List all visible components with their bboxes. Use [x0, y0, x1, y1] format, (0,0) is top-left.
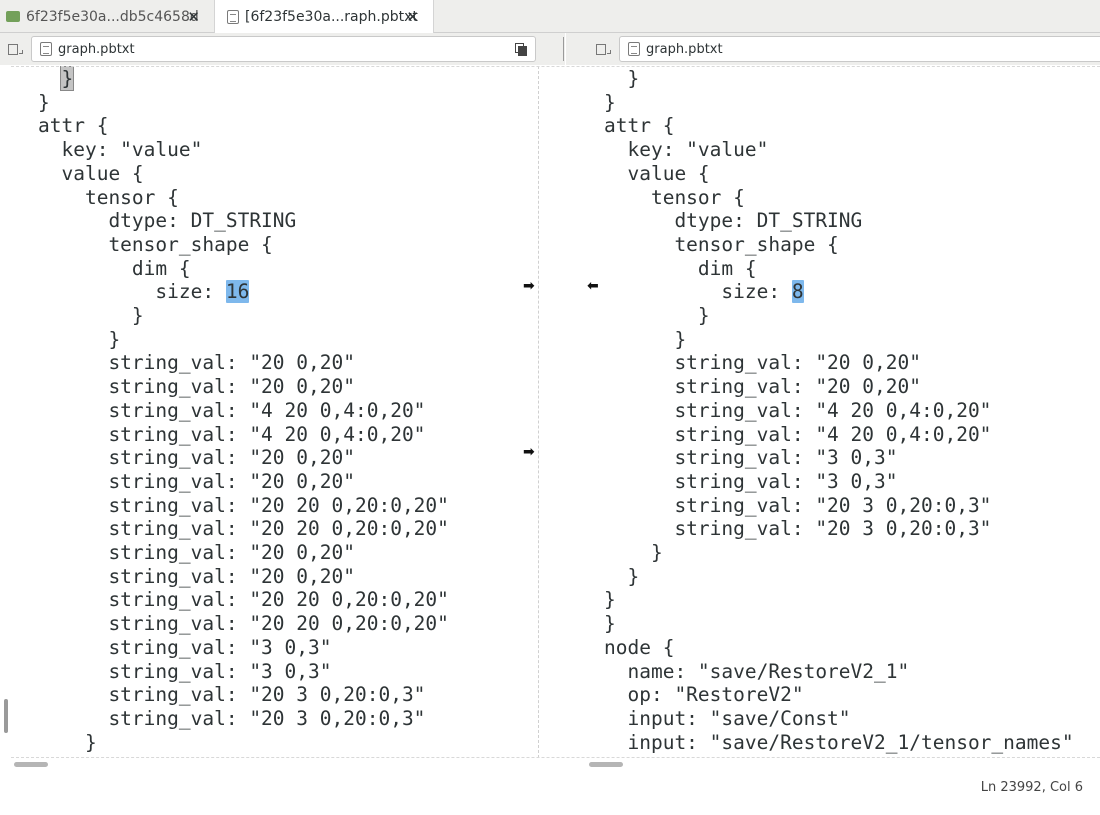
code-line[interactable]: string_val: "3 0,3" — [538, 446, 1100, 470]
right-file-chooser[interactable]: graph.pbtxt — [619, 36, 1100, 62]
code-line[interactable]: value { — [538, 162, 1100, 186]
code-line[interactable]: } — [538, 612, 1100, 636]
right-horizontal-scrollbar[interactable] — [589, 762, 623, 767]
code-line[interactable]: name: "save/RestoreV2_1" — [538, 660, 1100, 684]
code-line[interactable]: attr { — [538, 114, 1100, 138]
code-line[interactable]: dtype: DT_STRING — [11, 209, 538, 233]
code-line[interactable]: string_val: "20 3 0,20:0,3" — [11, 683, 538, 707]
tab-title: [6f23f5e30a...raph.pbtxt — [245, 9, 418, 25]
code-line[interactable]: } — [11, 304, 538, 328]
code-line[interactable]: string_val: "20 20 0,20:0,20" — [11, 517, 538, 541]
left-file-header: graph.pbtxt — [0, 33, 565, 65]
code-line[interactable]: string_val: "20 0,20" — [538, 351, 1100, 375]
code-line[interactable]: } — [538, 328, 1100, 352]
code-line[interactable]: } — [538, 565, 1100, 589]
right-file-header: graph.pbtxt — [566, 33, 1100, 65]
code-line[interactable]: attr { — [11, 114, 538, 138]
code-line[interactable]: string_val: "20 3 0,20:0,3" — [538, 494, 1100, 518]
code-line[interactable]: } — [11, 731, 538, 755]
copy-right-arrow-icon[interactable]: ➡ — [523, 278, 535, 294]
code-line[interactable]: op: "RestoreV2" — [538, 683, 1100, 707]
code-line[interactable]: string_val: "20 0,20" — [11, 470, 538, 494]
pane-split-icon[interactable] — [596, 42, 612, 56]
folder-icon — [6, 11, 20, 22]
code-line[interactable]: string_val: "20 0,20" — [538, 375, 1100, 399]
code-line[interactable]: string_val: "20 0,20" — [11, 565, 538, 589]
text-cursor: } — [60, 66, 75, 91]
code-line[interactable]: dim { — [538, 257, 1100, 281]
code-line[interactable]: node { — [538, 636, 1100, 660]
code-line[interactable]: } — [538, 67, 1100, 91]
code-line[interactable]: string_val: "20 3 0,20:0,3" — [538, 517, 1100, 541]
tab-bar: 6f23f5e30a...db5c4658d ✕ [6f23f5e30a...r… — [0, 0, 1100, 34]
document-icon — [227, 10, 239, 24]
tab-file-diff[interactable]: [6f23f5e30a...raph.pbtxt ✕ — [214, 0, 434, 34]
code-line[interactable]: string_val: "20 3 0,20:0,3" — [11, 707, 538, 731]
code-line[interactable]: } — [538, 304, 1100, 328]
code-line[interactable]: string_val: "3 0,3" — [11, 636, 538, 660]
close-icon[interactable]: ✕ — [187, 8, 200, 26]
code-line[interactable]: key: "value" — [11, 138, 538, 162]
tab-title: 6f23f5e30a...db5c4658d — [26, 8, 199, 25]
close-icon[interactable]: ✕ — [406, 8, 419, 26]
code-line[interactable]: } — [11, 91, 538, 115]
top-boundary — [11, 66, 1100, 67]
code-line[interactable]: tensor_shape { — [538, 233, 1100, 257]
code-line[interactable]: } — [538, 541, 1100, 565]
code-line[interactable]: string_val: "4 20 0,4:0,20" — [538, 423, 1100, 447]
diff-token-highlight: 16 — [225, 280, 250, 304]
pane-divider — [538, 66, 539, 758]
code-line[interactable]: string_val: "4 20 0,4:0,20" — [11, 423, 538, 447]
document-icon — [40, 42, 52, 56]
left-file-chooser[interactable]: graph.pbtxt — [31, 36, 536, 62]
code-line[interactable]: string_val: "4 20 0,4:0,20" — [11, 399, 538, 423]
code-line[interactable]: string_val: "20 0,20" — [11, 446, 538, 470]
code-line[interactable]: value { — [11, 162, 538, 186]
left-file-name: graph.pbtxt — [58, 41, 135, 57]
code-line[interactable]: } — [538, 588, 1100, 612]
code-line[interactable]: string_val: "4 20 0,4:0,20" — [538, 399, 1100, 423]
right-file-name: graph.pbtxt — [646, 41, 723, 57]
code-line[interactable]: input: "save/RestoreV2_1/tensor_names" — [538, 731, 1100, 755]
left-horizontal-scrollbar[interactable] — [14, 762, 48, 767]
cursor-position[interactable]: Ln 23992, Col 6 — [981, 780, 1083, 795]
code-line[interactable]: tensor { — [538, 186, 1100, 210]
diff-token-highlight: 8 — [791, 280, 804, 304]
vertical-scrollbar[interactable] — [4, 699, 8, 733]
copy-icon[interactable] — [515, 43, 527, 56]
status-bar: Ln 23992, Col 6 — [0, 770, 1100, 815]
code-line[interactable]: } — [538, 91, 1100, 115]
code-line[interactable]: string_val: "20 0,20" — [11, 351, 538, 375]
code-line[interactable]: } — [11, 328, 538, 352]
code-line[interactable]: tensor { — [11, 186, 538, 210]
header-divider — [563, 37, 564, 61]
bottom-boundary — [11, 757, 1100, 758]
pane-split-icon[interactable] — [8, 42, 24, 56]
code-line[interactable]: string_val: "20 20 0,20:0,20" — [11, 588, 538, 612]
right-editor-pane[interactable]: }} attr { key: "value" value { tensor { d… — [538, 66, 1100, 758]
code-line[interactable]: string_val: "20 0,20" — [11, 375, 538, 399]
left-editor-pane[interactable]: }} attr { key: "value" value { tensor { d… — [11, 66, 538, 758]
code-line[interactable]: tensor_shape { — [11, 233, 538, 257]
code-line[interactable]: string_val: "20 20 0,20:0,20" — [11, 612, 538, 636]
code-line[interactable]: dtype: DT_STRING — [538, 209, 1100, 233]
code-line[interactable]: key: "value" — [538, 138, 1100, 162]
code-line[interactable]: string_val: "3 0,3" — [538, 470, 1100, 494]
code-line[interactable]: string_val: "20 0,20" — [11, 541, 538, 565]
code-line[interactable]: string_val: "3 0,3" — [11, 660, 538, 684]
code-line[interactable]: size: 16 — [11, 280, 538, 304]
code-line[interactable]: } — [11, 66, 538, 91]
code-line[interactable]: input: "save/Const" — [538, 707, 1100, 731]
copy-right-arrow-icon[interactable]: ➡ — [523, 444, 535, 460]
document-icon — [628, 42, 640, 56]
code-line[interactable]: dim { — [11, 257, 538, 281]
copy-left-arrow-icon[interactable]: ⬅ — [587, 278, 599, 294]
tab-folder-diff[interactable]: 6f23f5e30a...db5c4658d ✕ — [0, 0, 214, 33]
code-line[interactable]: size: 8 — [538, 280, 1100, 304]
code-line[interactable]: string_val: "20 20 0,20:0,20" — [11, 494, 538, 518]
